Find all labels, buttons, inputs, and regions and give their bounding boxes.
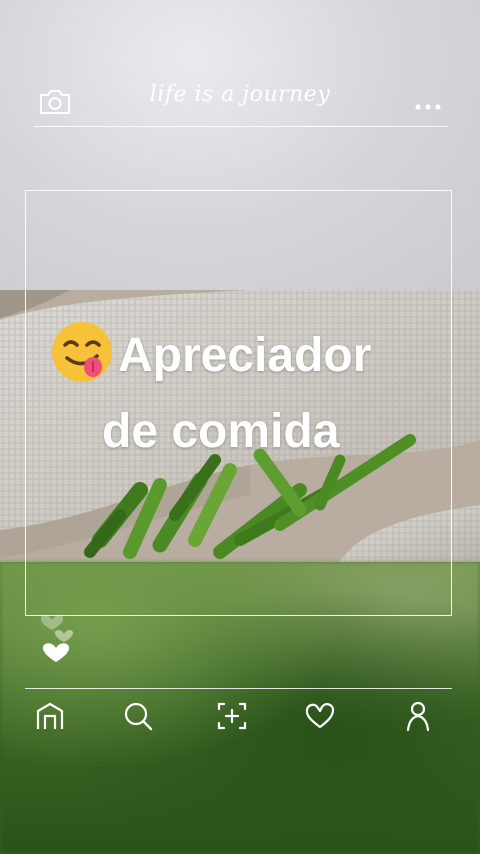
heart-filled-icon	[42, 643, 70, 662]
heart-icon[interactable]	[302, 698, 338, 734]
heart-outline-icon	[54, 629, 74, 642]
search-icon[interactable]	[120, 698, 156, 734]
face-savoring-food-emoji	[50, 320, 114, 384]
add-post-icon[interactable]	[214, 698, 250, 734]
caption-line-1: Apreciador	[118, 329, 372, 382]
app-title: life is a journey	[149, 82, 331, 107]
profile-icon[interactable]	[400, 698, 436, 734]
header-divider	[34, 126, 448, 127]
caption-line-2: de comida	[102, 405, 340, 458]
camera-icon[interactable]	[38, 88, 72, 116]
home-icon[interactable]	[32, 698, 68, 734]
heart-outline-icon	[40, 615, 64, 630]
more-dots-icon[interactable]	[414, 96, 442, 110]
nav-divider	[25, 688, 452, 689]
floating-hearts[interactable]	[38, 608, 82, 670]
post-caption: Apreciador de comida	[50, 318, 450, 470]
